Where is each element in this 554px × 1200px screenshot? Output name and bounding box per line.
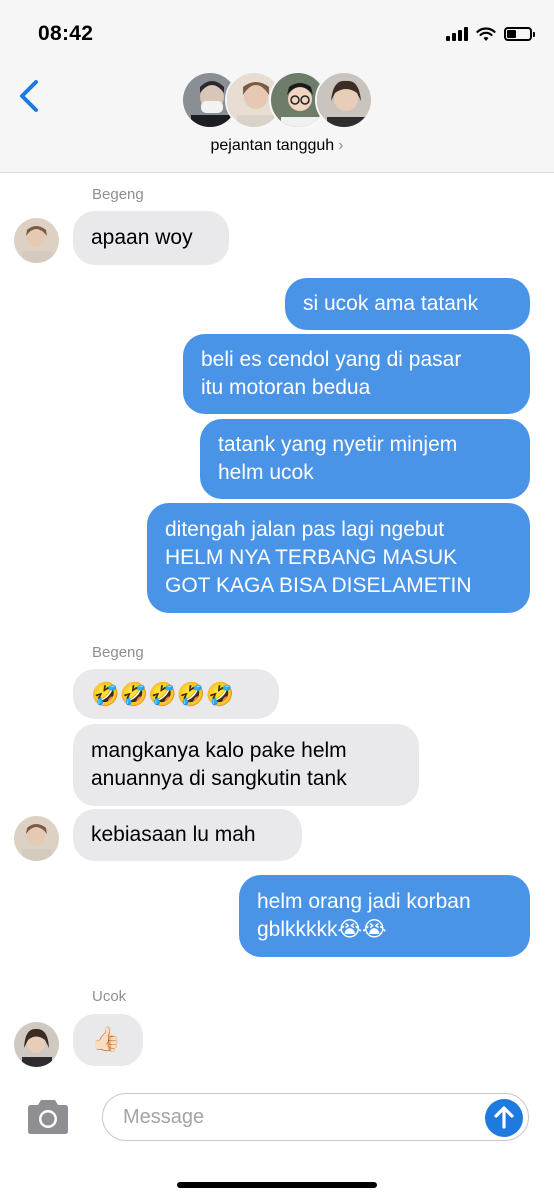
avatar: [14, 218, 59, 263]
message-line: mangkanya kalo pake helm: [91, 739, 347, 762]
message-input[interactable]: Message: [102, 1093, 529, 1141]
message-placeholder: Message: [123, 1106, 205, 1128]
message-bubble-outgoing[interactable]: si ucok ama tatank: [285, 278, 530, 330]
sender-name: Begeng: [92, 644, 144, 661]
group-name[interactable]: pejantan tangguh ›: [0, 137, 554, 155]
sender-name: Ucok: [92, 988, 127, 1005]
avatar: [14, 816, 59, 861]
message-bubble-outgoing[interactable]: beli es cendol yang di pasar itu motoran…: [183, 334, 530, 414]
message-line: ditengah jalan pas lagi ngebut: [165, 518, 445, 541]
message-bubble-incoming[interactable]: 🤣🤣🤣🤣🤣: [73, 669, 279, 719]
message-line: si ucok ama tatank: [303, 292, 479, 315]
message-line: helm orang jadi korban: [257, 890, 471, 913]
message-line: anuannya di sangkutin tank: [91, 767, 347, 790]
back-chevron-icon[interactable]: [16, 78, 44, 114]
navigation-header: 08:42 pejantan tangguh ›: [0, 0, 554, 173]
battery-icon: [504, 27, 535, 41]
message-line: beli es cendol yang di pasar: [201, 348, 462, 371]
avatar: [315, 71, 373, 129]
message-line: GOT KAGA BISA DISELAMETIN: [165, 574, 472, 597]
message-bubble-outgoing[interactable]: tatank yang nyetir minjem helm ucok: [200, 419, 530, 499]
wifi-icon: [476, 26, 496, 41]
message-line: gblkkkkk😭😭: [257, 918, 387, 941]
home-indicator: [177, 1182, 377, 1188]
message-line: itu motoran bedua: [201, 376, 371, 399]
avatar: [14, 1022, 59, 1067]
status-time: 08:42: [38, 22, 94, 45]
message-bubble-incoming[interactable]: 👍🏻: [73, 1014, 143, 1066]
chevron-right-icon: ›: [338, 137, 344, 154]
group-avatars[interactable]: [181, 71, 373, 129]
message-line: HELM NYA TERBANG MASUK: [165, 546, 458, 569]
arrow-up-icon: [494, 1106, 514, 1129]
message-bubble-incoming[interactable]: mangkanya kalo pake helm anuannya di san…: [73, 724, 419, 806]
message-bubble-incoming[interactable]: kebiasaan lu mah: [73, 809, 302, 861]
message-line: tatank yang nyetir minjem: [218, 433, 458, 456]
message-line: helm ucok: [218, 461, 314, 484]
send-button[interactable]: [485, 1099, 523, 1137]
sender-name: Begeng: [92, 186, 144, 203]
message-bubble-outgoing[interactable]: helm orang jadi korban gblkkkkk😭😭: [239, 875, 530, 957]
camera-icon[interactable]: [24, 1098, 72, 1136]
message-bubble-incoming[interactable]: apaan woy: [73, 211, 229, 265]
cellular-signal-icon: [446, 27, 468, 41]
status-icons: [446, 24, 535, 44]
message-bubble-outgoing[interactable]: ditengah jalan pas lagi ngebut HELM NYA …: [147, 503, 530, 613]
